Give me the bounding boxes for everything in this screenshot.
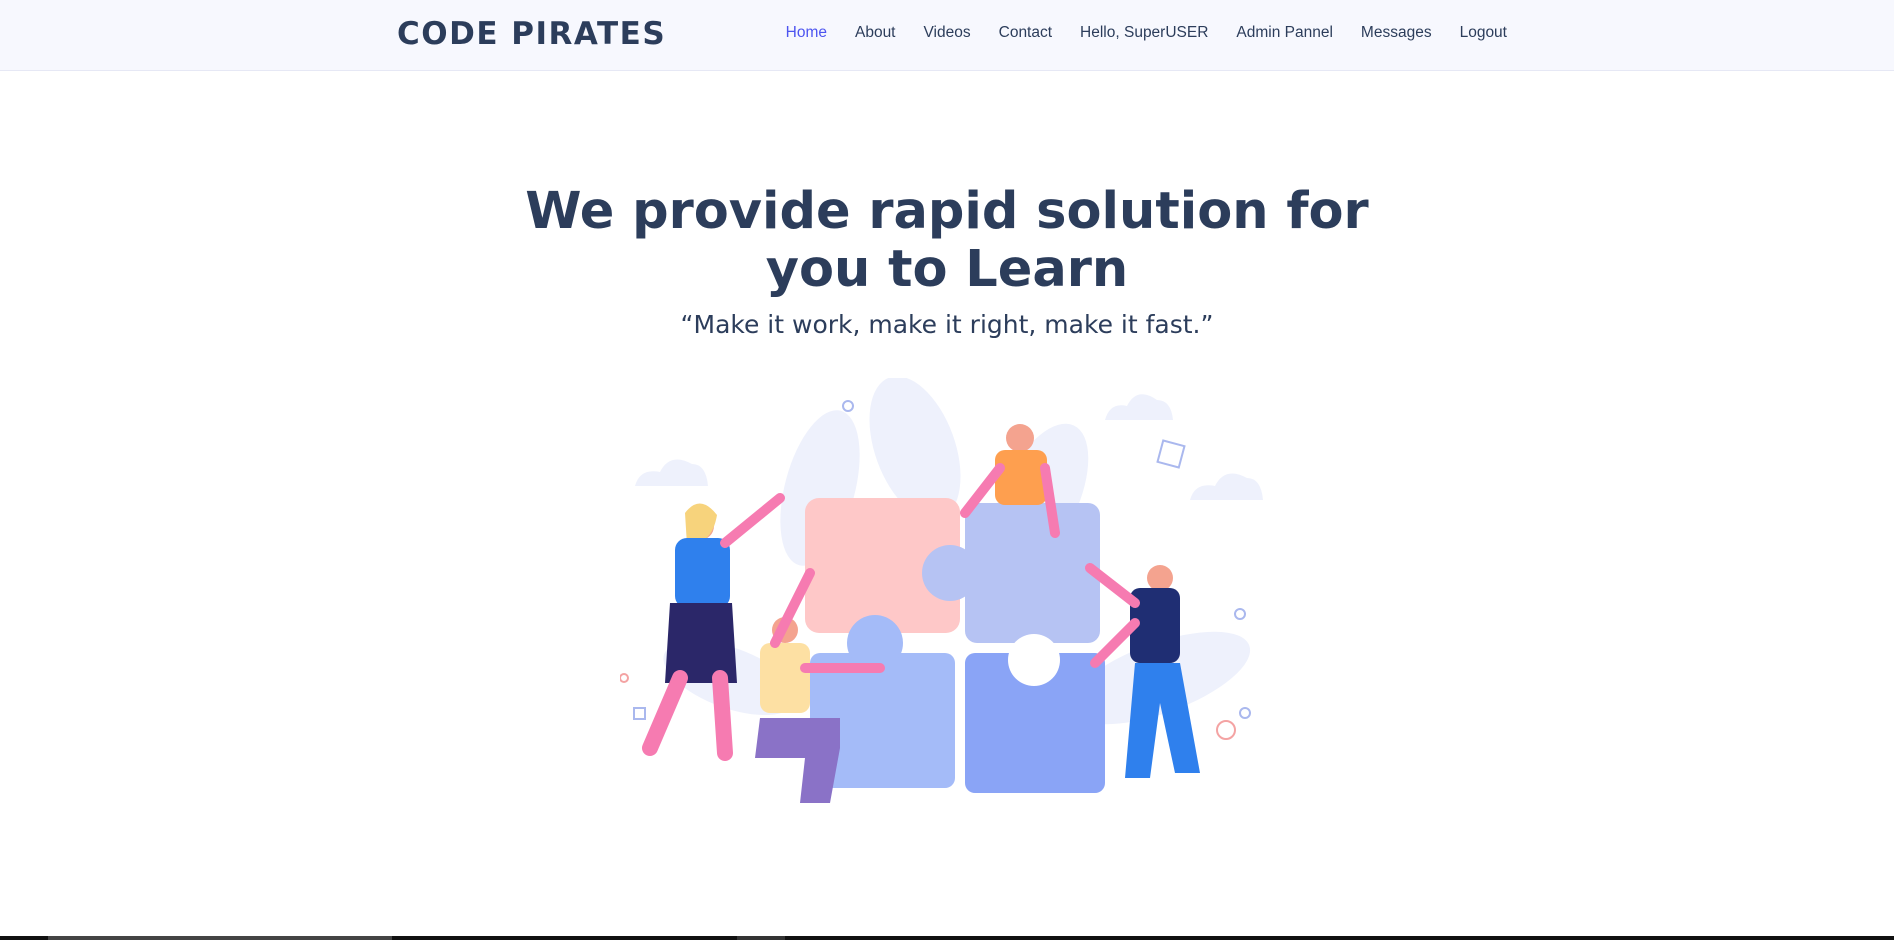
nav-videos[interactable]: Videos: [924, 24, 971, 42]
nav-menu: Home About Videos Contact Hello, SuperUS…: [786, 24, 1507, 42]
hero-title: We provide rapid solution for you to Lea…: [0, 183, 1894, 299]
hero-quote: “Make it work, make it right, make it fa…: [680, 310, 1214, 339]
taskbar: [0, 936, 1894, 940]
nav-about[interactable]: About: [855, 24, 896, 42]
puzzle-piece-dotted: [965, 503, 1100, 643]
hero-title-line1: We provide rapid solution for: [525, 182, 1369, 241]
nav-admin-panel[interactable]: Admin Pannel: [1236, 24, 1333, 42]
nav-user-greeting[interactable]: Hello, SuperUSER: [1080, 24, 1208, 42]
brand-logo[interactable]: CODE PIRATES: [397, 16, 666, 52]
hero-title-line2: you to Learn: [765, 240, 1129, 299]
taskbar-item[interactable]: [48, 936, 392, 940]
navbar: CODE PIRATES Home About Videos Contact H…: [0, 0, 1894, 71]
nav-contact[interactable]: Contact: [999, 24, 1052, 42]
nav-messages[interactable]: Messages: [1361, 24, 1432, 42]
nav-logout[interactable]: Logout: [1460, 24, 1507, 42]
puzzle-illustration: [620, 378, 1263, 803]
nav-home[interactable]: Home: [786, 24, 827, 42]
taskbar-item[interactable]: [737, 936, 785, 940]
